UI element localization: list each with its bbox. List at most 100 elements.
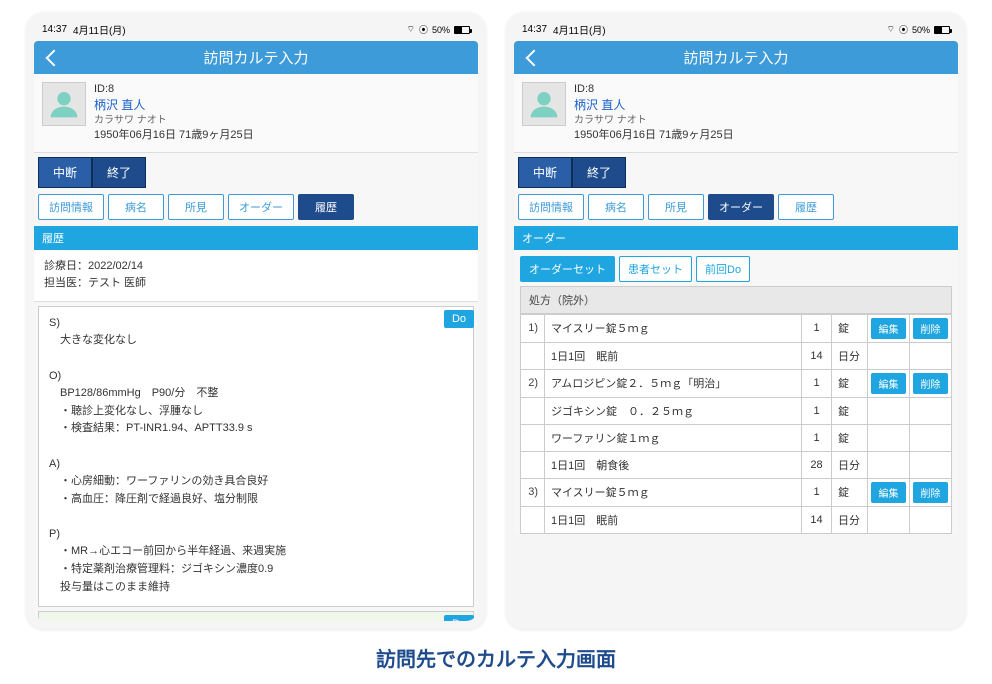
edit-button[interactable]: 編集 xyxy=(871,482,906,503)
rx-row-number: 1) xyxy=(521,314,545,342)
rx-row-delete-cell xyxy=(910,342,952,369)
rx-row: ワーファリン錠１ｍｇ1錠 xyxy=(521,424,952,451)
edit-button[interactable]: 編集 xyxy=(871,318,906,339)
tab-order[interactable]: オーダー xyxy=(228,194,294,220)
subtab-patient-set[interactable]: 患者セット xyxy=(619,256,692,282)
soap-note[interactable]: S) 大きな変化なし O) BP128/86mmHg P90/分 不整 ・聴診上… xyxy=(38,306,474,608)
rx-row-name: アムロジピン錠２．５ｍｇ「明治」 xyxy=(545,369,802,397)
rx-row-delete-cell: 削除 xyxy=(910,314,952,342)
finish-button[interactable]: 終了 xyxy=(572,157,626,188)
status-date: 4月11日(月) xyxy=(73,22,126,37)
rx-row-qty: 1 xyxy=(802,397,832,424)
rx-row-delete-cell xyxy=(910,451,952,478)
tab-findings[interactable]: 所見 xyxy=(648,194,704,220)
page-title: 訪問カルテ入力 xyxy=(44,47,468,68)
rx-row-delete-cell xyxy=(910,397,952,424)
avatar xyxy=(42,82,86,126)
rx-row-number xyxy=(521,397,545,424)
status-bar: 14:37 4月11日(月) ⌔ ⦿ 50% xyxy=(514,20,958,41)
subtab-prev-do[interactable]: 前回Do xyxy=(696,256,750,282)
rx-row: 1)マイスリー錠５ｍｇ1錠編集削除 xyxy=(521,314,952,342)
tab-visit-info[interactable]: 訪問情報 xyxy=(518,194,584,220)
rx-row-unit: 錠 xyxy=(832,397,868,424)
finish-button[interactable]: 終了 xyxy=(92,157,146,188)
rx-row-number: 3) xyxy=(521,478,545,506)
rx-row-edit-cell xyxy=(868,397,910,424)
person-icon xyxy=(48,88,80,120)
delete-button[interactable]: 削除 xyxy=(913,482,948,503)
rx-row: 1日1回 朝食後28日分 xyxy=(521,451,952,478)
battery-icon xyxy=(454,26,470,34)
patient-kana: カラサワ ナオト xyxy=(574,114,734,128)
do-button-1[interactable]: Do xyxy=(444,310,474,328)
rx-row-name: 1日1回 朝食後 xyxy=(545,451,802,478)
do-button-2[interactable]: Do xyxy=(444,615,474,621)
history-section-bar: 履歴 xyxy=(34,226,478,250)
order-section-bar: オーダー xyxy=(514,226,958,250)
patient-summary: ID:8 柄沢 直人 カラサワ ナオト 1950年06月16日 71歳9ヶ月25… xyxy=(514,74,958,153)
meta-doctor: テスト 医師 xyxy=(88,277,146,289)
meta-doctor-label: 担当医： xyxy=(44,277,88,289)
rx-row-qty: 1 xyxy=(802,369,832,397)
device-right: 14:37 4月11日(月) ⌔ ⦿ 50% 訪問カルテ入力 xyxy=(506,12,966,629)
edit-button[interactable]: 編集 xyxy=(871,373,906,394)
suspend-button[interactable]: 中断 xyxy=(38,157,92,188)
tab-history[interactable]: 履歴 xyxy=(298,194,354,220)
rx-header: 処方（院外） xyxy=(520,286,952,314)
rx-row-unit: 日分 xyxy=(832,506,868,533)
tab-row: 訪問情報 病名 所見 オーダー 履歴 xyxy=(34,188,478,226)
delete-button[interactable]: 削除 xyxy=(913,373,948,394)
rx-row-name: ワーファリン錠１ｍｇ xyxy=(545,424,802,451)
patient-kana: カラサワ ナオト xyxy=(94,114,254,128)
history-meta: 診療日：2022/02/14 担当医：テスト 医師 xyxy=(34,250,478,302)
patient-dob: 1950年06月16日 71歳9ヶ月25日 xyxy=(94,128,254,143)
status-bar: 14:37 4月11日(月) ⌔ ⦿ 50% xyxy=(34,20,478,41)
rx-row-qty: 28 xyxy=(802,451,832,478)
rx-row-unit: 錠 xyxy=(832,424,868,451)
battery-percent: 50% xyxy=(432,25,450,35)
rx-row-qty: 14 xyxy=(802,342,832,369)
delete-button[interactable]: 削除 xyxy=(913,318,948,339)
tab-findings[interactable]: 所見 xyxy=(168,194,224,220)
patient-id: ID:8 xyxy=(94,82,254,97)
patient-name[interactable]: 柄沢 直人 xyxy=(574,97,734,114)
tab-disease[interactable]: 病名 xyxy=(588,194,644,220)
tab-visit-info[interactable]: 訪問情報 xyxy=(38,194,104,220)
rx-row-delete-cell: 削除 xyxy=(910,478,952,506)
rx-row-unit: 錠 xyxy=(832,478,868,506)
figure-caption: 訪問先でのカルテ入力画面 xyxy=(12,643,980,672)
patient-name[interactable]: 柄沢 直人 xyxy=(94,97,254,114)
rx-row-unit: 日分 xyxy=(832,451,868,478)
rx-row-number xyxy=(521,424,545,451)
tab-order[interactable]: オーダー xyxy=(708,194,774,220)
exam-block[interactable]: 診察 1) 特定薬剤治療管理料１（第４月目以降） 2) 在宅患者訪問診療料（1）… xyxy=(38,611,474,621)
rx-row-unit: 錠 xyxy=(832,314,868,342)
rx-row-edit-cell xyxy=(868,424,910,451)
rx-row-qty: 1 xyxy=(802,478,832,506)
suspend-button[interactable]: 中断 xyxy=(518,157,572,188)
rx-row: 1日1回 眠前14日分 xyxy=(521,506,952,533)
meta-date-label: 診療日： xyxy=(44,260,88,272)
tab-disease[interactable]: 病名 xyxy=(108,194,164,220)
rx-row-edit-cell: 編集 xyxy=(868,369,910,397)
rx-row-edit-cell xyxy=(868,506,910,533)
rx-row-edit-cell xyxy=(868,451,910,478)
rx-row-number xyxy=(521,451,545,478)
app-header: 訪問カルテ入力 xyxy=(514,41,958,74)
rx-row-name: マイスリー錠５ｍｇ xyxy=(545,478,802,506)
wifi-icon: ⌔ xyxy=(887,24,895,35)
rx-row-name: 1日1回 眠前 xyxy=(545,342,802,369)
tab-row: 訪問情報 病名 所見 オーダー 履歴 xyxy=(514,188,958,226)
rx-row-delete-cell xyxy=(910,506,952,533)
subtab-order-set[interactable]: オーダーセット xyxy=(520,256,615,282)
tab-history[interactable]: 履歴 xyxy=(778,194,834,220)
person-icon xyxy=(528,88,560,120)
rx-row-name: ジゴキシン錠 ０．２５ｍｇ xyxy=(545,397,802,424)
avatar xyxy=(522,82,566,126)
rx-row-qty: 1 xyxy=(802,314,832,342)
rx-row-number xyxy=(521,342,545,369)
device-left: 14:37 4月11日(月) ⌔ ⦿ 50% 訪問カルテ入力 xyxy=(26,12,486,629)
rx-row-number: 2) xyxy=(521,369,545,397)
rx-table: 1)マイスリー錠５ｍｇ1錠編集削除1日1回 眠前14日分2)アムロジピン錠２．５… xyxy=(520,314,952,534)
rx-row-name: マイスリー錠５ｍｇ xyxy=(545,314,802,342)
